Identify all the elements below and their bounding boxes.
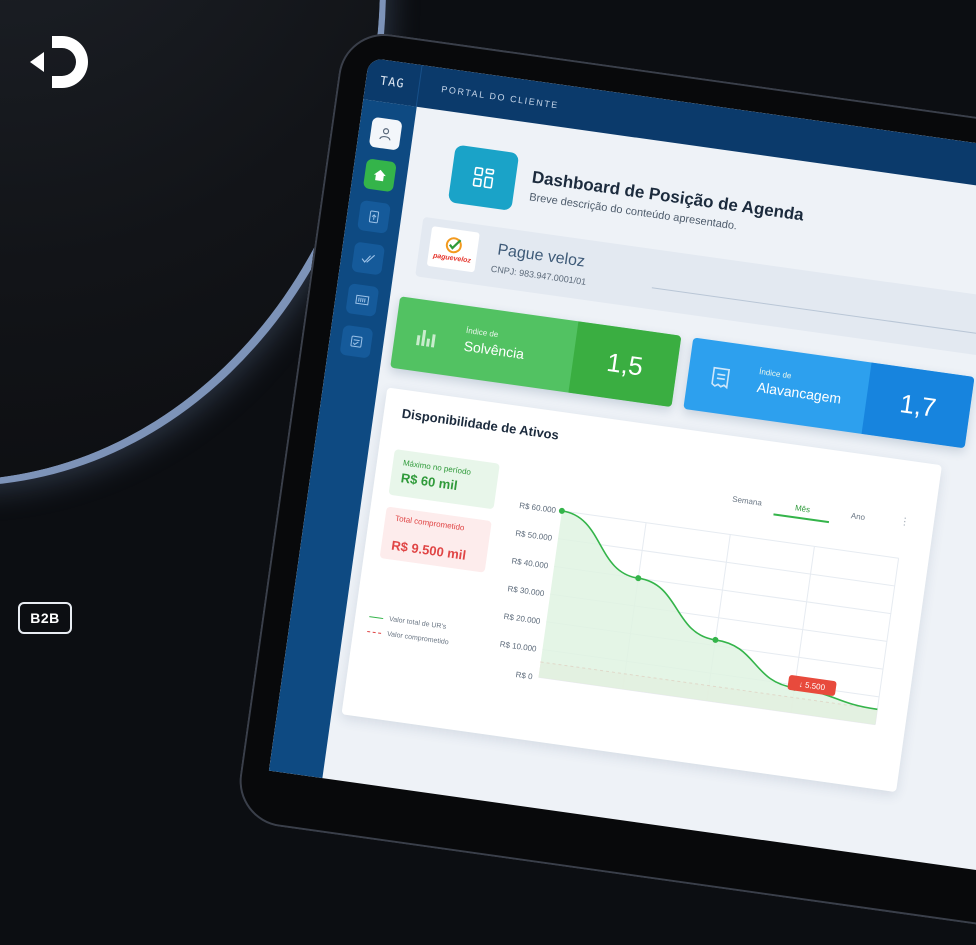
legend-item-committed: Valor comprometido — [367, 628, 449, 646]
kpi-card-solvencia[interactable]: Índice de Solvência 1,5 — [390, 296, 682, 408]
sidebar-item-home[interactable] — [362, 158, 397, 193]
dashboard-grid-icon — [472, 166, 495, 189]
barcode-icon — [355, 294, 370, 306]
document-upload-icon — [368, 210, 380, 224]
kpi-value: 1,5 — [568, 321, 682, 408]
committed-box: Total comprometido R$ 9.500 mil — [379, 506, 492, 573]
app-brand[interactable]: TAG — [363, 57, 423, 107]
brand-logo-icon — [30, 36, 88, 88]
availability-chart: R$ 60.000 R$ 50.000 R$ 40.000 R$ 30.000 R$ 2… — [499, 501, 900, 726]
chart-legend: Valor total de UR's Valor comprometido — [366, 613, 452, 654]
chart-card: Disponibilidade de Ativos Máximo no perí… — [341, 387, 942, 793]
period-tabs: Semana Mês Ano — [718, 493, 886, 531]
checklist-form-icon — [350, 335, 363, 348]
bar-chart-icon — [416, 329, 436, 348]
y-tick-label: R$ 50.000 — [515, 529, 553, 543]
legend-swatch — [367, 630, 382, 634]
receipt-icon — [711, 366, 731, 390]
check-list-icon — [361, 254, 376, 263]
sidebar-item-documents[interactable] — [357, 199, 391, 234]
y-tick-label: R$ 0 — [515, 670, 534, 681]
y-tick-label: R$ 60.000 — [519, 501, 557, 515]
tablet-screen: TAG PORTAL DO CLIENTE Dashboard de Posiç… — [268, 57, 976, 885]
committed-value: R$ 9.500 mil — [390, 537, 467, 563]
kpi-card-alavancagem[interactable]: Índice de Alavancagem 1,7 — [683, 337, 975, 449]
legend-label: Valor comprometido — [386, 630, 450, 647]
dashboard-tile — [447, 144, 520, 211]
tab-mes[interactable]: Mês — [773, 500, 831, 524]
company-logo-text: pagueveloz — [432, 252, 472, 265]
home-icon — [373, 169, 386, 182]
sidebar-item-forms[interactable] — [339, 324, 374, 359]
legend-item-total: Valor total de UR's — [369, 613, 451, 631]
sidebar-item-approvals[interactable] — [351, 241, 386, 276]
y-tick-label: R$ 20.000 — [503, 612, 541, 626]
sidebar-item-profile[interactable] — [368, 116, 403, 151]
kpi-value: 1,7 — [861, 362, 975, 449]
tablet-device: TAG PORTAL DO CLIENTE Dashboard de Posiç… — [233, 28, 976, 945]
portal-title: PORTAL DO CLIENTE — [440, 84, 560, 111]
max-period-box: Máximo no período R$ 60 mil — [388, 449, 500, 510]
tab-ano[interactable]: Ano — [829, 508, 887, 531]
y-tick-label: R$ 30.000 — [507, 584, 545, 598]
y-tick-label: R$ 40.000 — [511, 556, 549, 570]
kpi-label: Solvência — [462, 337, 526, 363]
kpi-label: Alavancagem — [755, 378, 843, 407]
committed-label: Total comprometido — [394, 513, 466, 533]
kpi-small-label: Índice de — [465, 325, 499, 340]
tab-semana[interactable]: Semana — [718, 493, 776, 516]
sidebar-item-boletos[interactable] — [345, 283, 380, 317]
legend-label: Valor total de UR's — [388, 615, 447, 631]
b2b-badge: B2B — [18, 602, 72, 634]
y-tick-label: R$ 10.000 — [499, 640, 537, 654]
user-icon — [379, 128, 391, 141]
chart-title: Disponibilidade de Ativos — [400, 405, 560, 443]
legend-swatch — [369, 616, 384, 620]
checkmark-logo-icon — [445, 237, 462, 254]
more-options-icon[interactable]: ⋮ — [899, 516, 910, 528]
main-content: Dashboard de Posição de Agenda Breve des… — [322, 107, 976, 885]
grid-line-vertical — [874, 558, 900, 725]
kpi-small-label: Índice de — [758, 367, 793, 381]
company-logo: pagueveloz — [426, 226, 480, 273]
